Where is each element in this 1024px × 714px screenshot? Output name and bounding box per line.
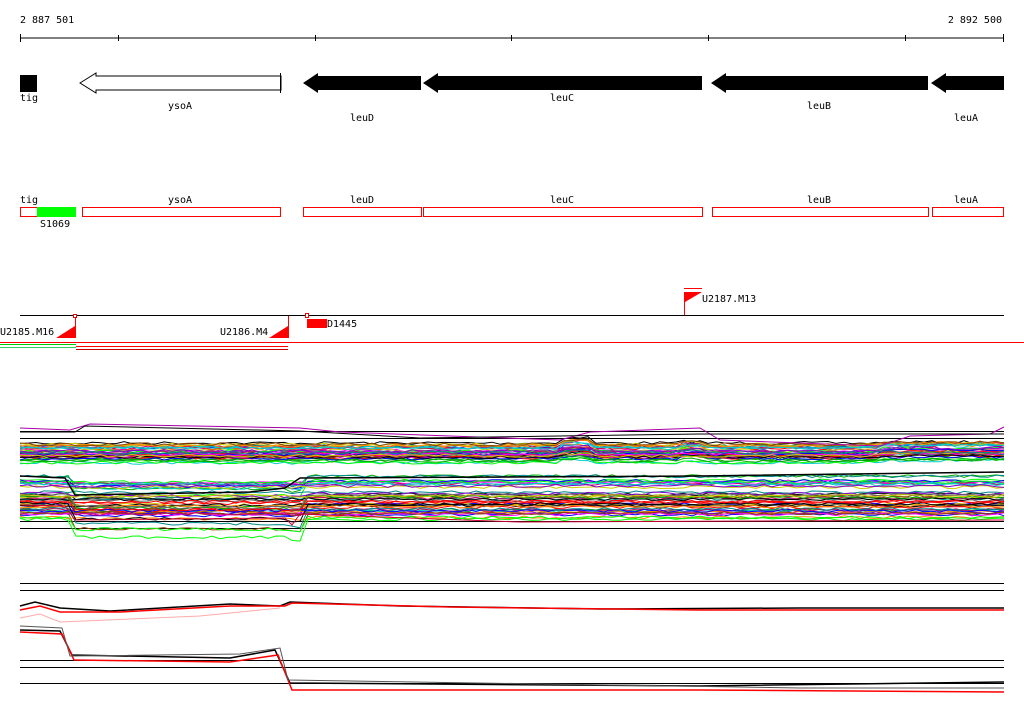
- marker-U2185-M16-tick: [73, 314, 77, 318]
- gene-leuD[interactable]: leuD: [303, 73, 421, 124]
- marker-track: U2187.M13 U2185.M16 U2186.M4 D1445: [0, 288, 1024, 350]
- gene-box-track: tig S1069 ysoA leuD leuC leuB leuA: [20, 195, 1004, 230]
- marker-U2185-M16-label: U2185.M16: [0, 327, 54, 338]
- marker-U2187-M13-flag[interactable]: [685, 292, 702, 302]
- box-leuA-label: leuA: [954, 195, 978, 206]
- gene-leuB-arrow[interactable]: [711, 73, 928, 93]
- gene-leuB-label: leuB: [807, 101, 831, 112]
- gene-leuD-label: leuD: [350, 113, 374, 124]
- gene-ysoA-arrow[interactable]: [79, 72, 282, 94]
- marker-U2187-M13[interactable]: U2187.M13: [684, 288, 756, 316]
- box-tig[interactable]: [20, 207, 38, 217]
- gene-tig-arrow[interactable]: [20, 75, 37, 92]
- box-ysoA[interactable]: [82, 207, 281, 217]
- box-ysoA-label: ysoA: [168, 195, 192, 206]
- gene-leuB[interactable]: leuB: [711, 73, 928, 112]
- gene-leuC[interactable]: leuC: [423, 73, 702, 104]
- marker-D1445-box[interactable]: [307, 319, 327, 328]
- coverage-track: [19, 583, 1005, 693]
- marker-D1445-tick: [305, 313, 309, 318]
- marker-U2185-M16[interactable]: U2185.M16: [0, 314, 77, 339]
- box-S1069-label: S1069: [40, 219, 70, 230]
- gene-leuC-arrow[interactable]: [423, 73, 702, 93]
- gene-ysoA-label: ysoA: [168, 101, 192, 112]
- marker-U2187-M13-label: U2187.M13: [702, 294, 756, 305]
- marker-U2186-M4[interactable]: U2186.M4: [220, 316, 289, 338]
- box-leuD-label: leuD: [350, 195, 374, 206]
- signal-line-group: [19, 423, 1005, 542]
- end-coordinate-label: 2 892 500: [948, 15, 1002, 26]
- signal-track: [19, 423, 1005, 542]
- marker-U2186-M4-label: U2186.M4: [220, 327, 268, 338]
- marker-U2186-M4-triangle[interactable]: [269, 326, 288, 338]
- gene-leuA[interactable]: leuA: [931, 73, 1004, 124]
- box-leuA[interactable]: [932, 207, 1004, 217]
- box-leuB-label: leuB: [807, 195, 831, 206]
- gene-leuA-arrow[interactable]: [931, 73, 1004, 93]
- gene-leuA-label: leuA: [954, 113, 978, 124]
- start-coordinate-label: 2 887 501: [20, 15, 74, 26]
- coordinate-ruler: 2 887 501 2 892 500: [20, 15, 1004, 42]
- box-leuB[interactable]: [712, 207, 929, 217]
- genome-browser-view: 2 887 501 2 892 500 tig ysoA leuD leuC l…: [0, 15, 1024, 693]
- coverage-line: [19, 629, 1005, 687]
- box-leuC[interactable]: [423, 207, 703, 217]
- box-leuD[interactable]: [303, 207, 422, 217]
- coverage-line-group: [19, 601, 1005, 693]
- box-leuC-label: leuC: [550, 195, 574, 206]
- gene-ysoA[interactable]: ysoA: [79, 72, 282, 112]
- box-tig-label: tig: [20, 195, 38, 206]
- gene-arrow-track: tig ysoA leuD leuC leuB leuA: [20, 72, 1004, 124]
- marker-U2185-M16-triangle[interactable]: [56, 326, 75, 338]
- box-S1069[interactable]: [37, 207, 76, 217]
- gene-leuD-arrow[interactable]: [303, 73, 421, 93]
- gene-tig-label: tig: [20, 93, 38, 104]
- marker-D1445-label: D1445: [327, 319, 357, 330]
- gene-leuC-label: leuC: [550, 93, 574, 104]
- gene-tig[interactable]: tig: [20, 75, 38, 104]
